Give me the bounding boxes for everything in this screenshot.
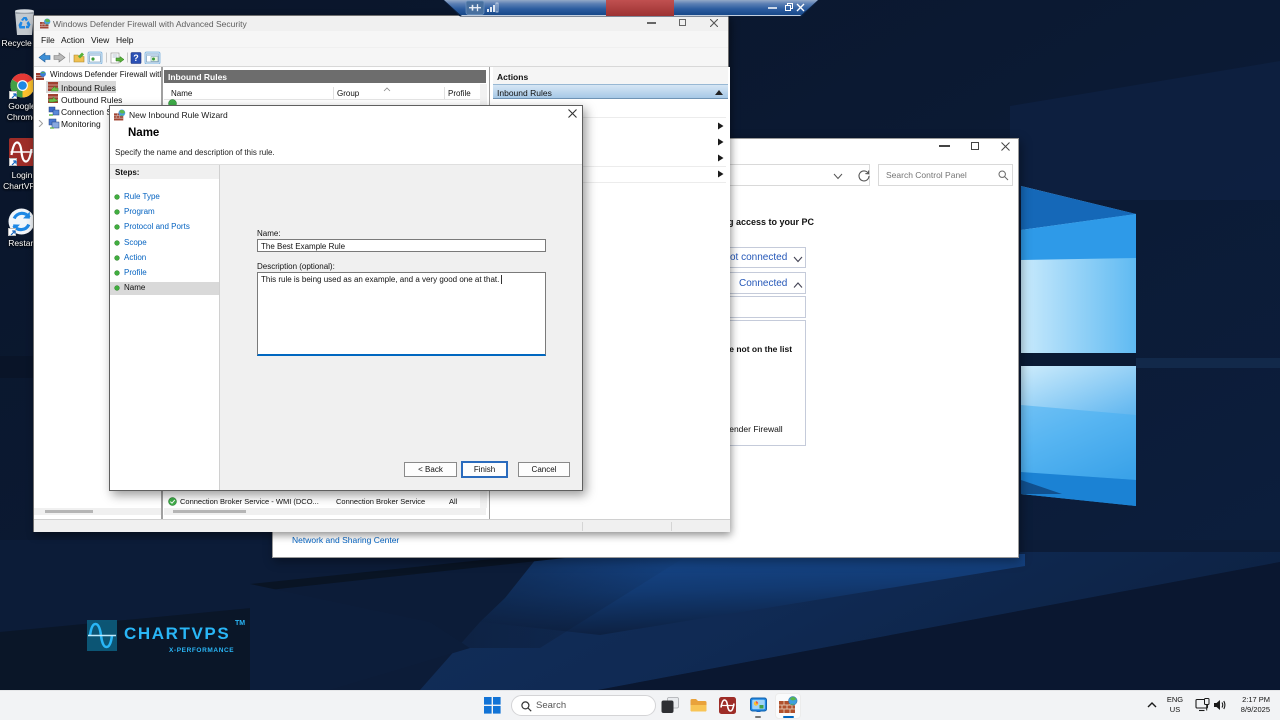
svg-text:?: ? [133,53,139,63]
